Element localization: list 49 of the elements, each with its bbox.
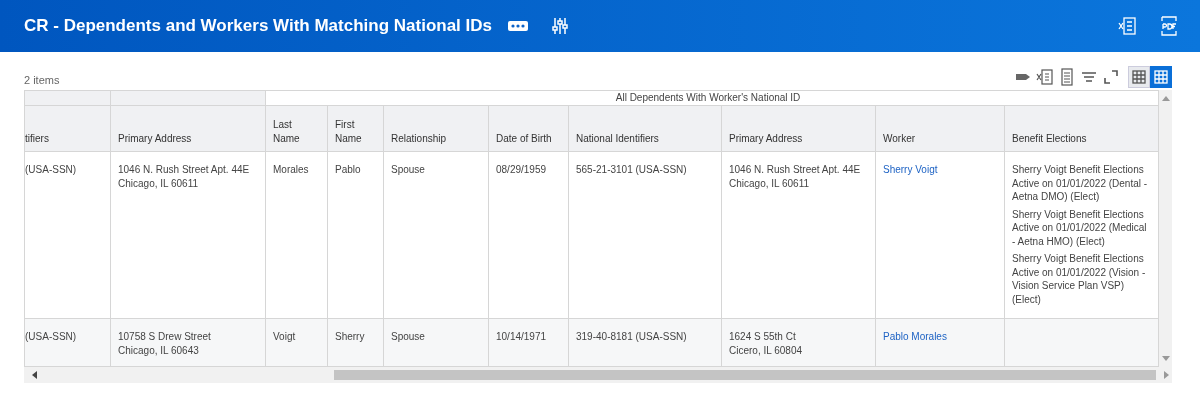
address-text: 1624 S 55th Ct Cicero, IL 60804 xyxy=(729,331,802,356)
cell-text: Pablo xyxy=(335,164,361,175)
item-count: 2 items xyxy=(24,72,60,88)
column-header[interactable]: First Name xyxy=(327,105,384,152)
page-title: CR - Dependents and Workers With Matching National IDs xyxy=(24,15,493,37)
grid-view-icon[interactable] xyxy=(1150,66,1172,88)
scroll-right-arrow-icon[interactable] xyxy=(1164,371,1169,379)
benefit-election-text: Sherry Voigt Benefit Elections Active on 01/01/2022 (Vision - Vision Service Plan VSP) (Elect) xyxy=(1012,252,1147,306)
cell-text: 565-21-3101 (USA-SSN) xyxy=(576,164,687,175)
column-header[interactable]: Benefit Elections xyxy=(1004,105,1159,152)
cell-text: (USA-SSN) xyxy=(25,164,77,175)
cell-text: Sherry xyxy=(335,331,365,342)
benefit-election-text: Sherry Voigt Benefit Elections Active on 01/01/2022 (Dental - Aetna DMO) (Elect) xyxy=(1012,163,1149,204)
column-header[interactable]: Last Name xyxy=(265,105,328,152)
address-text: 10758 S Drew Street Chicago, IL 60643 xyxy=(118,331,211,356)
cell-text: Voigt xyxy=(273,331,296,342)
document-icon[interactable] xyxy=(1058,68,1076,86)
column-header[interactable]: Primary Address xyxy=(721,105,876,152)
pdf-export-icon[interactable] xyxy=(1160,16,1178,36)
excel-export-icon[interactable] xyxy=(1118,17,1136,35)
column-header[interactable]: Primary Address xyxy=(110,105,266,152)
column-header[interactable]: Worker xyxy=(875,105,1005,152)
cell-text: (USA-SSN) xyxy=(25,331,77,342)
cell-text: Spouse xyxy=(391,164,425,175)
expand-icon[interactable] xyxy=(1102,68,1120,86)
scroll-up-arrow-icon[interactable] xyxy=(1161,96,1170,101)
column-header[interactable]: Relationship xyxy=(383,105,489,152)
address-text: 1046 N. Rush Street Apt. 44E Chicago, IL 60611 xyxy=(729,164,861,189)
cell-text: 10/14/1971 xyxy=(496,331,547,342)
benefit-election-text: Sherry Voigt Benefit Elections Active on 01/01/2022 (Medical - Aetna HMO) (Elect) xyxy=(1012,207,1148,248)
scroll-left-arrow-icon[interactable] xyxy=(32,371,37,379)
worker-link[interactable]: Sherry Voigt xyxy=(883,164,938,175)
scroll-down-arrow-icon[interactable] xyxy=(1161,356,1170,361)
column-header[interactable]: Date of Birth xyxy=(488,105,569,152)
address-text: 1046 N. Rush Street Apt. 44E Chicago, IL 60611 xyxy=(118,164,250,189)
worker-link[interactable]: Pablo Morales xyxy=(883,331,947,342)
cell-text: 319-40-8181 (USA-SSN) xyxy=(576,331,687,342)
cell-text: Spouse xyxy=(391,331,425,342)
excel-export-icon[interactable] xyxy=(1036,68,1054,86)
table-view-icon[interactable] xyxy=(1128,66,1150,88)
cell-text: 08/29/1959 xyxy=(496,164,547,175)
column-header[interactable]: tifiers xyxy=(24,105,111,152)
settings-icon[interactable] xyxy=(552,17,569,35)
more-options-icon[interactable] xyxy=(508,20,529,32)
cell-text: Morales xyxy=(273,164,309,175)
column-header[interactable]: National Identifiers xyxy=(568,105,722,152)
vertical-scrollbar[interactable] xyxy=(1159,90,1172,367)
horizontal-scrollbar[interactable] xyxy=(24,367,1172,383)
column-group-header: All Dependents With Worker's National ID xyxy=(265,90,1159,106)
